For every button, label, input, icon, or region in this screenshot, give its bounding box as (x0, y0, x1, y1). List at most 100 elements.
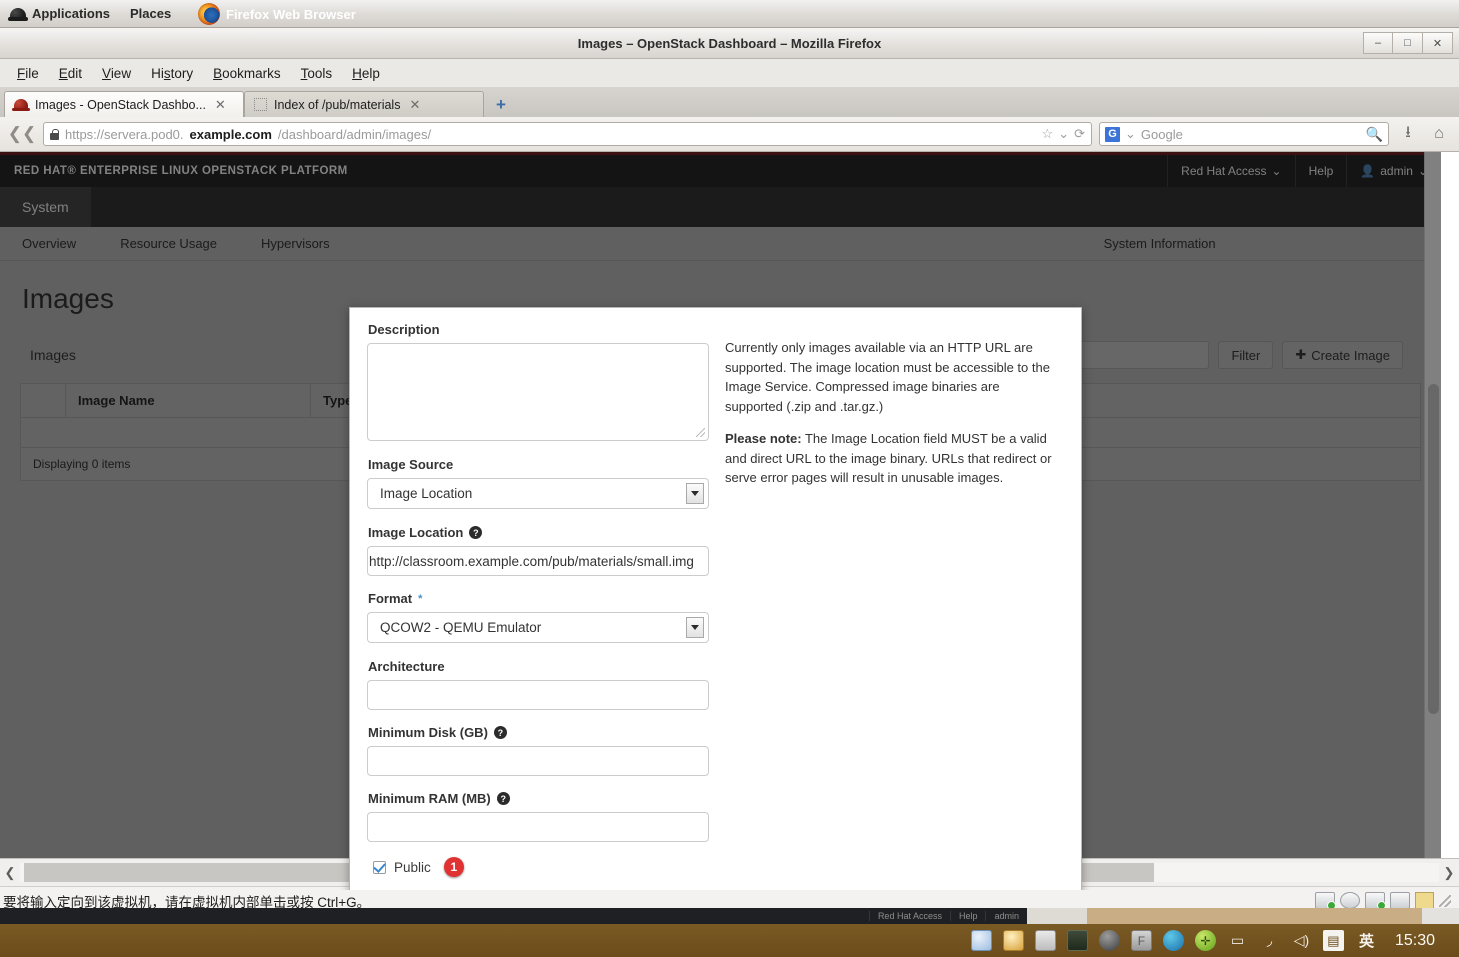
opera-icon[interactable] (1098, 930, 1120, 951)
help-icon[interactable]: ? (469, 526, 483, 539)
image-location-value: http://classroom.example.com/pub/materia… (369, 553, 694, 569)
close-button[interactable]: ✕ (1423, 32, 1453, 54)
menu-file[interactable]: FFileile (8, 63, 48, 84)
step-badge-1: 1 (443, 857, 464, 877)
search-icon[interactable]: 🔍 (1366, 126, 1383, 143)
format-select[interactable]: QCOW2 - QEMU Emulator (367, 612, 709, 643)
google-engine-icon[interactable]: G (1105, 126, 1120, 142)
chevron-down-icon[interactable]: ⌄ (1058, 126, 1069, 142)
bg-red-hat-access: Red Hat Access (868, 911, 950, 921)
background-window-strip (1027, 908, 1087, 924)
penguin-icon[interactable] (1002, 930, 1024, 951)
info-note-label: Please note: (725, 431, 802, 446)
downloads-icon[interactable]: ⭳ (1396, 121, 1420, 148)
applications-menu[interactable]: Applications (0, 0, 120, 28)
maximize-button[interactable]: □ (1393, 32, 1423, 54)
camera-device-icon[interactable] (1390, 892, 1410, 909)
update-icon[interactable]: ✛ (1194, 930, 1216, 951)
menu-tools[interactable]: Tools (292, 63, 342, 84)
red-hat-logo-icon (8, 7, 28, 21)
input-method-icon[interactable]: ▤ (1322, 930, 1344, 951)
notes-icon[interactable] (1415, 892, 1434, 909)
wifi-icon[interactable]: ◞ (1259, 930, 1280, 951)
battery-icon[interactable]: ▭ (1227, 930, 1248, 951)
disk-icon[interactable] (970, 930, 992, 951)
header-link-help[interactable]: Help (1294, 155, 1347, 187)
tab-images-openstack[interactable]: Images - OpenStack Dashbo... ✕ (4, 91, 244, 117)
nvidia-icon[interactable] (1066, 930, 1088, 951)
tab-index-pub-materials[interactable]: Index of /pub/materials ✕ (244, 91, 484, 117)
page-vertical-scrollbar[interactable] (1424, 152, 1441, 872)
create-image-button[interactable]: ✚ Create Image (1282, 341, 1403, 369)
chevron-down-icon: ⌄ (1271, 164, 1282, 178)
menu-help[interactable]: Help (343, 63, 389, 84)
tab-close-icon[interactable]: ✕ (215, 97, 226, 113)
back-forward-icon[interactable]: ❮❮ (8, 122, 37, 146)
help-icon[interactable]: ? (493, 726, 507, 739)
taskbar-window-firefox[interactable]: Firefox Web Browser (190, 0, 364, 28)
scroll-left-icon[interactable]: ❮ (0, 865, 20, 881)
gnome-top-panel: Applications Places Firefox Web Browser (0, 0, 1459, 28)
minimum-ram-input[interactable] (367, 812, 709, 842)
tab-close-icon[interactable]: ✕ (409, 97, 420, 113)
reload-icon[interactable]: ⟳ (1074, 126, 1085, 142)
bg-admin: admin (985, 911, 1027, 921)
background-windows-sliver: Red Hat Access Help admin (0, 908, 1459, 924)
chevron-down-icon[interactable] (686, 617, 704, 638)
help-icon[interactable]: ? (496, 792, 510, 805)
search-engine-chevron-icon[interactable]: ⌄ (1125, 126, 1136, 142)
image-location-input[interactable]: http://classroom.example.com/pub/materia… (367, 546, 709, 576)
globe-icon[interactable] (1162, 930, 1184, 951)
chevron-down-icon[interactable] (686, 483, 704, 504)
url-bar[interactable]: https://servera.pod0. example.com/dashboa… (43, 122, 1092, 146)
create-image-modal: Description Image Source Image Location … (349, 307, 1082, 890)
language-indicator[interactable]: 英 (1355, 930, 1378, 951)
network-device-icon[interactable] (1365, 892, 1386, 910)
bg-help: Help (949, 911, 986, 921)
subnav-item-resource-usage[interactable]: Resource Usage (98, 236, 239, 251)
tab-label: Index of /pub/materials (274, 97, 401, 112)
taskbar-tray: F ✛ ▭ ◞ ◁) ▤ 英 15:30 (970, 930, 1459, 951)
header-link-red-hat-access[interactable]: Red Hat Access ⌄ (1167, 155, 1294, 187)
fcitx-icon[interactable]: F (1130, 930, 1152, 951)
printer-icon[interactable] (1034, 930, 1056, 951)
public-checkbox[interactable] (373, 860, 386, 874)
menu-view[interactable]: View (93, 63, 140, 84)
user-icon: 👤 (1360, 164, 1376, 178)
new-tab-button[interactable]: + (488, 93, 514, 117)
tab-system[interactable]: System (0, 187, 91, 227)
public-label: Public (394, 859, 431, 875)
menu-history[interactable]: History (142, 63, 202, 84)
resize-grip-icon[interactable] (1439, 894, 1451, 907)
bookmark-star-icon[interactable]: ☆ (1042, 126, 1054, 142)
column-checkbox (20, 383, 66, 418)
image-source-select[interactable]: Image Location (367, 478, 709, 509)
places-menu[interactable]: Places (120, 0, 181, 28)
cdrom-device-icon[interactable] (1340, 892, 1360, 909)
search-bar[interactable]: G ⌄ Google 🔍 (1099, 122, 1389, 146)
dashboard-brand: RED HAT® ENTERPRISE LINUX OPENSTACK PLAT… (14, 165, 348, 177)
minimum-disk-input[interactable] (367, 746, 709, 776)
modal-form-column: Description Image Source Image Location … (367, 322, 712, 890)
disk-device-icon[interactable] (1315, 892, 1336, 910)
architecture-label: Architecture (368, 659, 445, 674)
minimum-disk-label: Minimum Disk (GB) ? (368, 725, 712, 740)
filter-button[interactable]: Filter (1218, 341, 1274, 369)
scroll-right-icon[interactable]: ❯ (1439, 865, 1459, 881)
subnav-item-system-information[interactable]: System Information (1082, 236, 1238, 251)
menu-bookmarks[interactable]: Bookmarks (204, 63, 290, 84)
image-source-value: Image Location (380, 486, 473, 501)
minimize-button[interactable]: – (1363, 32, 1393, 54)
menu-edit[interactable]: Edit (50, 63, 91, 84)
image-location-label: Image Location ? (368, 525, 712, 540)
volume-icon[interactable]: ◁) (1291, 930, 1312, 951)
subnav-item-overview[interactable]: Overview (0, 236, 98, 251)
home-icon[interactable]: ⌂ (1427, 125, 1451, 143)
subnav-item-hypervisors[interactable]: Hypervisors (239, 236, 352, 251)
architecture-input[interactable] (367, 680, 709, 710)
scrollbar-thumb[interactable] (1428, 384, 1439, 714)
search-input[interactable]: Google (1141, 127, 1183, 142)
window-title: Images – OpenStack Dashboard – Mozilla F… (577, 35, 882, 51)
desktop-taskbar: F ✛ ▭ ◞ ◁) ▤ 英 15:30 (0, 924, 1459, 957)
description-textarea[interactable] (367, 343, 709, 441)
